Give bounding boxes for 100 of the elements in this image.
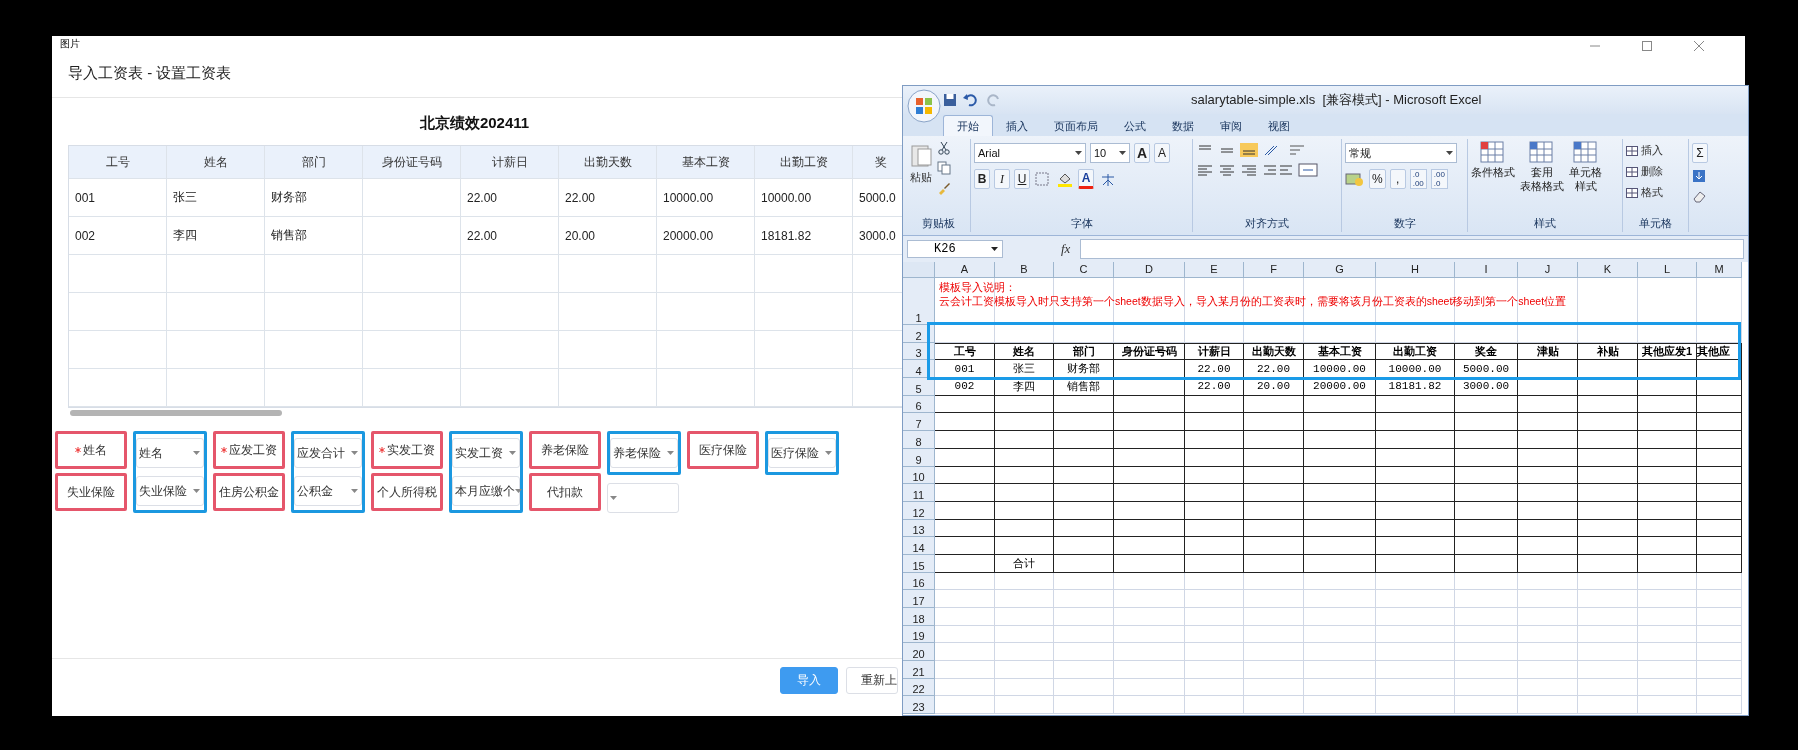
row-header[interactable]: 18	[903, 608, 935, 626]
cell	[1244, 448, 1304, 467]
select-field[interactable]: 养老保险	[610, 438, 678, 468]
font-style-button[interactable]: I	[994, 169, 1010, 189]
font-style-button[interactable]: U	[1014, 169, 1030, 189]
column-header[interactable]: J	[1518, 262, 1578, 278]
select-field[interactable]: 医疗保险	[768, 438, 836, 468]
select-field[interactable]: 失业保险	[136, 476, 204, 506]
select-field[interactable]: 姓名	[136, 438, 204, 468]
close-icon[interactable]	[1693, 40, 1705, 52]
font-field[interactable]: Arial	[974, 143, 1086, 163]
ribbon-tab[interactable]: 数据	[1159, 116, 1207, 136]
cells-button[interactable]: 格式	[1626, 185, 1663, 200]
row-header[interactable]: 11	[903, 484, 935, 502]
indent-icon[interactable]	[1262, 163, 1294, 177]
cell	[1578, 378, 1638, 396]
brush-icon[interactable]	[937, 181, 951, 195]
number-style-button[interactable]: ,	[1389, 169, 1406, 189]
column-header[interactable]: D	[1114, 262, 1185, 278]
column-header[interactable]: B	[995, 262, 1054, 278]
row-header[interactable]: 8	[903, 431, 935, 449]
select-field[interactable]: 实发工资	[452, 438, 520, 468]
select-field[interactable]: 公积金	[294, 476, 362, 506]
font-color-button[interactable]: A	[1078, 169, 1094, 189]
cells-button[interactable]: 删除	[1626, 164, 1663, 179]
shrink-font-button[interactable]: A	[1154, 143, 1171, 163]
function-button[interactable]: fx	[1055, 241, 1077, 257]
cell	[1244, 466, 1304, 485]
select-all-corner[interactable]	[903, 262, 935, 278]
currency-icon[interactable]	[1345, 171, 1365, 187]
wrap-text-icon[interactable]	[1288, 143, 1306, 157]
decimal-button[interactable]: .00 .0	[1430, 169, 1448, 189]
column-header[interactable]: M	[1697, 262, 1742, 278]
column-header[interactable]: E	[1185, 262, 1244, 278]
scrollbar-thumb[interactable]	[70, 410, 282, 416]
row-header[interactable]: 14	[903, 537, 935, 555]
column-header[interactable]: G	[1304, 262, 1376, 278]
number-format-field[interactable]: 常规	[1345, 143, 1457, 163]
cell	[1244, 625, 1304, 644]
fill-color-icon[interactable]	[1056, 171, 1074, 187]
row-header[interactable]: 1	[903, 278, 935, 325]
select-field[interactable]	[607, 483, 679, 513]
cell: 李四	[995, 378, 1054, 396]
cell	[1304, 484, 1376, 502]
name-box[interactable]: K26	[907, 240, 1003, 258]
merge-cells-icon[interactable]	[1298, 163, 1318, 177]
copy-icon[interactable]	[937, 161, 951, 175]
save-icon[interactable]	[943, 93, 957, 107]
ribbon-tab[interactable]: 插入	[993, 116, 1041, 136]
align-icon[interactable]	[1196, 163, 1214, 177]
select-field[interactable]: 本月应缴个	[452, 476, 520, 506]
row-header[interactable]: 21	[903, 661, 935, 679]
row-header[interactable]: 17	[903, 590, 935, 608]
cell	[1578, 431, 1638, 449]
select-field[interactable]: 应发合计	[294, 438, 362, 468]
cells-button[interactable]: 插入	[1626, 143, 1663, 158]
row-header[interactable]: 20	[903, 643, 935, 662]
eraser-icon[interactable]	[1692, 189, 1706, 203]
cell	[1455, 678, 1518, 697]
column-header[interactable]: I	[1455, 262, 1518, 278]
column-header[interactable]: A	[935, 262, 995, 278]
cell	[1054, 572, 1114, 591]
font-size-field[interactable]: 10	[1090, 143, 1130, 163]
undo-icon[interactable]	[963, 93, 979, 107]
column-header[interactable]: H	[1376, 262, 1455, 278]
cell	[1185, 608, 1244, 626]
column-header: 姓名	[167, 146, 265, 179]
column-header[interactable]: K	[1578, 262, 1638, 278]
reupload-button[interactable]: 重新上	[846, 667, 898, 694]
align-icon[interactable]	[1240, 163, 1258, 177]
column-header[interactable]: C	[1054, 262, 1114, 278]
style-button[interactable]: 套用 表格格式	[1520, 139, 1564, 193]
cell	[1518, 554, 1578, 573]
cell: 部门	[1054, 342, 1114, 361]
grow-font-button[interactable]: A	[1134, 143, 1151, 163]
row-header[interactable]: 7	[903, 413, 935, 432]
scissors-icon[interactable]	[937, 141, 951, 155]
font-style-button[interactable]: B	[974, 169, 990, 189]
caret-icon	[667, 451, 674, 455]
ribbon-tab[interactable]: 公式	[1111, 116, 1159, 136]
formula-field[interactable]	[1080, 239, 1744, 259]
decimal-button[interactable]: .0 .00	[1409, 169, 1427, 189]
ribbon-tab[interactable]: 开始	[943, 115, 993, 136]
sum-button[interactable]: Σ	[1692, 143, 1708, 163]
column-header[interactable]: F	[1244, 262, 1304, 278]
ribbon-tab[interactable]: 视图	[1255, 116, 1303, 136]
maximize-icon[interactable]	[1641, 40, 1653, 52]
ribbon-tab[interactable]: 页面布局	[1041, 116, 1111, 136]
align-icon[interactable]	[1240, 143, 1258, 157]
fill-down-icon[interactable]	[1692, 169, 1706, 183]
row-header[interactable]: 5	[903, 378, 935, 396]
ribbon-tab[interactable]: 审阅	[1207, 116, 1255, 136]
redo-icon[interactable]	[985, 93, 1001, 107]
align-icon[interactable]	[1218, 163, 1236, 177]
column-header[interactable]: L	[1638, 262, 1697, 278]
style-button[interactable]: 条件格式	[1471, 139, 1515, 179]
cell	[1578, 696, 1638, 715]
row-header[interactable]: 23	[903, 696, 935, 715]
style-button[interactable]: 单元格 样式	[1569, 139, 1602, 193]
number-style-button[interactable]: %	[1369, 169, 1386, 189]
